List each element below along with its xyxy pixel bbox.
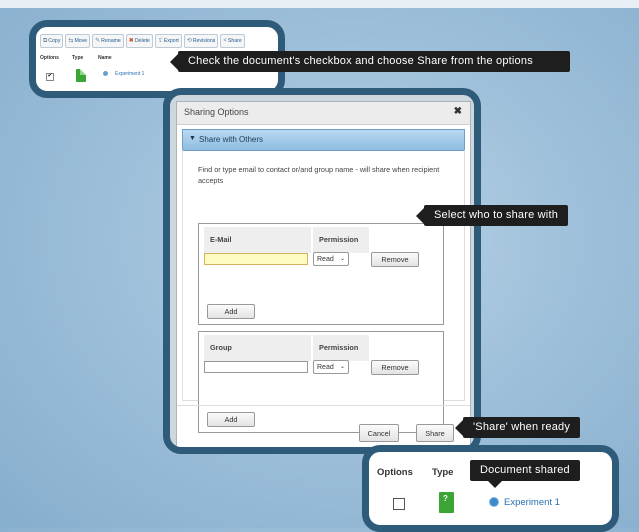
document-name-link[interactable]: Experiment 1 — [115, 71, 144, 77]
email-input[interactable] — [204, 253, 308, 265]
permission-column-header: Permission — [313, 227, 369, 253]
row-checkbox[interactable] — [393, 498, 405, 510]
share-description: Find or type email to contact or/and gro… — [198, 165, 440, 185]
table-row: Experiment 1 — [373, 490, 612, 514]
group-add-button[interactable]: Add — [207, 412, 255, 427]
row-checkbox[interactable]: ✔ — [46, 73, 54, 81]
export-button[interactable]: ⇪ Export — [154, 34, 182, 48]
top-strip — [0, 0, 639, 8]
delete-button[interactable]: ✖ Delete — [125, 34, 153, 48]
move-button[interactable]: ⇆ Move — [65, 34, 91, 48]
share-with-others-header[interactable]: ▼ Share with Others — [182, 129, 465, 151]
email-add-button[interactable]: Add — [207, 304, 255, 319]
group-permission-select[interactable]: Read ⌄ — [313, 360, 349, 374]
dialog-callout: Sharing Options ✖ ▼ Share with Others Fi… — [163, 88, 481, 454]
email-permission-value: Read — [317, 256, 334, 263]
chevron-down-icon: ⌄ — [339, 364, 345, 370]
tooltip-step2: Select who to share with — [424, 205, 569, 226]
type-header: Type — [72, 55, 84, 61]
copy-icon: ⧉ — [43, 37, 48, 44]
revisions-button[interactable]: ⟲ Revisions — [183, 34, 219, 48]
move-label: Move — [74, 37, 88, 44]
shared-gear-icon[interactable] — [490, 498, 498, 506]
tooltip-step3: 'Share' when ready — [463, 417, 581, 438]
share-icon: < — [223, 37, 227, 44]
tooltip-step1: Check the document's checkbox and choose… — [178, 51, 570, 72]
chevron-down-icon: ⌄ — [339, 256, 345, 262]
options-header: Options — [40, 55, 59, 61]
group-input[interactable] — [204, 361, 308, 373]
name-header: Name — [98, 55, 112, 61]
rename-button[interactable]: ✎ Rename — [92, 34, 124, 48]
result-callout: Options Type Experiment 1 — [362, 445, 619, 532]
revisions-label: Revisions — [192, 37, 216, 44]
copy-button[interactable]: ⧉ Copy — [40, 34, 64, 48]
document-icon — [76, 69, 86, 82]
triangle-down-icon: ▼ — [189, 135, 196, 142]
revisions-icon: ⟲ — [186, 37, 192, 44]
sharing-dialog: Sharing Options ✖ ▼ Share with Others Fi… — [176, 101, 471, 447]
section-title: Share with Others — [199, 135, 264, 144]
email-share-box: E-Mail Permission Read ⌄ Remove Add — [198, 223, 444, 325]
share-button[interactable]: Share — [416, 424, 454, 442]
copy-label: Copy — [48, 37, 61, 44]
group-column-header: Group — [204, 335, 311, 361]
email-remove-button[interactable]: Remove — [371, 252, 419, 267]
email-column-header: E-Mail — [204, 227, 311, 253]
close-icon[interactable]: ✖ — [454, 106, 462, 117]
move-icon: ⇆ — [68, 37, 74, 44]
rename-label: Rename — [101, 37, 121, 44]
share-section-body: Find or type email to contact or/and gro… — [182, 150, 465, 433]
share-label: Share — [227, 37, 242, 44]
group-permission-column-header: Permission — [313, 335, 369, 361]
tooltip-step4: Document shared — [470, 460, 580, 488]
email-permission-select[interactable]: Read ⌄ — [313, 252, 349, 266]
delete-icon: ✖ — [128, 37, 134, 44]
export-label: Export — [163, 37, 179, 44]
share-toolbar-button[interactable]: < Share — [220, 34, 245, 48]
result-type-header: Type — [432, 467, 454, 478]
dialog-divider — [177, 405, 470, 406]
cancel-button[interactable]: Cancel — [359, 424, 399, 442]
group-permission-value: Read — [317, 364, 334, 371]
delete-label: Delete — [134, 37, 150, 44]
document-icon — [439, 492, 454, 513]
document-toolbar: ⧉ Copy ⇆ Move ✎ Rename ✖ Delete ⇪ Export… — [40, 34, 278, 48]
dialog-title: Sharing Options — [184, 107, 249, 117]
dialog-titlebar: Sharing Options ✖ — [177, 102, 470, 125]
gear-icon[interactable] — [103, 71, 108, 76]
group-remove-button[interactable]: Remove — [371, 360, 419, 375]
rename-icon: ✎ — [95, 37, 101, 44]
export-icon: ⇪ — [157, 37, 163, 44]
result-options-header: Options — [377, 467, 413, 478]
document-name-link[interactable]: Experiment 1 — [504, 497, 560, 508]
group-share-box: Group Permission Read ⌄ Remove Add — [198, 331, 444, 433]
